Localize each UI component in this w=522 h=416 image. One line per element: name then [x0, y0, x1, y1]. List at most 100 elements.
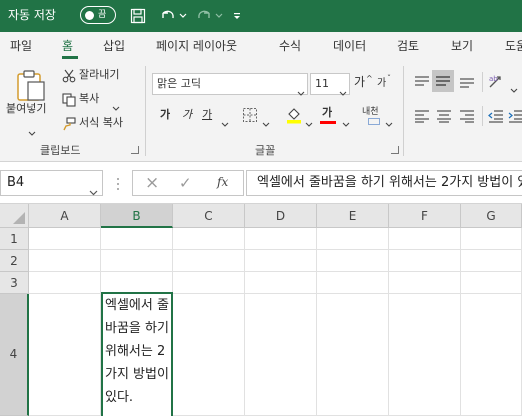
tab-insert[interactable]: 삽입	[103, 38, 125, 54]
cancel-icon[interactable]: ×	[145, 173, 159, 193]
cell-D2[interactable]	[245, 250, 317, 272]
paste-label[interactable]: 붙여넣기	[6, 102, 46, 116]
increase-indent-icon[interactable]	[508, 108, 522, 127]
undo-icon[interactable]	[158, 6, 178, 26]
italic-button[interactable]: 가	[182, 108, 192, 122]
font-size-dropdown[interactable]: 11	[310, 73, 350, 96]
save-icon[interactable]	[128, 6, 148, 26]
cell-F3[interactable]	[389, 272, 461, 294]
cell-C3[interactable]	[173, 272, 245, 294]
cell-F1[interactable]	[389, 228, 461, 250]
column-header[interactable]: D	[245, 204, 317, 228]
row-header[interactable]: 1	[0, 228, 29, 250]
bold-button[interactable]: 가	[160, 108, 170, 122]
font-name-dropdown[interactable]: 맑은 고딕	[152, 73, 308, 96]
paste-icon[interactable]	[14, 68, 48, 106]
tab-home[interactable]: 홈	[62, 38, 73, 54]
cut-label[interactable]: 잘라내기	[79, 68, 119, 82]
cell-E1[interactable]	[317, 228, 389, 250]
column-header[interactable]: F	[389, 204, 461, 228]
cell-D3[interactable]	[245, 272, 317, 294]
select-all-button[interactable]	[0, 204, 29, 228]
borders-icon[interactable]	[242, 107, 258, 127]
cell-B1[interactable]	[101, 228, 173, 250]
text-orientation-icon[interactable]: ab	[488, 73, 508, 93]
copy-dropdown-icon[interactable]	[112, 97, 120, 116]
fill-color-icon[interactable]	[285, 106, 303, 128]
phonetic-dropdown-icon[interactable]	[385, 113, 393, 132]
cell-G4[interactable]	[461, 294, 522, 416]
active-cell-B4[interactable]: 엑셀에서 줄바꿈을 하기 위해서는 2가지 방법이 있다.	[101, 292, 173, 416]
align-center-icon[interactable]	[436, 108, 452, 127]
paste-dropdown-icon[interactable]	[28, 122, 36, 141]
cell-A2[interactable]	[29, 250, 101, 272]
cell-G1[interactable]	[461, 228, 522, 250]
cell-D4[interactable]	[245, 294, 317, 416]
font-launcher-icon[interactable]	[391, 146, 399, 154]
decrease-font-button[interactable]: 가	[377, 77, 386, 91]
align-right-icon[interactable]	[459, 108, 475, 127]
tab-file[interactable]: 파일	[10, 38, 32, 54]
autosave-toggle[interactable]: 끔	[80, 6, 116, 24]
column-header[interactable]: A	[29, 204, 101, 228]
tab-view[interactable]: 보기	[451, 38, 473, 54]
name-box[interactable]: B4	[0, 170, 103, 196]
font-color-button[interactable]: 가	[322, 106, 332, 120]
increase-font-button[interactable]: 가	[354, 75, 365, 89]
tab-data[interactable]: 데이터	[333, 38, 366, 54]
formula-bar-grip-icon[interactable]	[116, 176, 120, 195]
cell-G2[interactable]	[461, 250, 522, 272]
undo-dropdown-icon[interactable]	[178, 6, 188, 26]
cell-E3[interactable]	[317, 272, 389, 294]
underline-button[interactable]: 가	[202, 108, 212, 122]
cell-F2[interactable]	[389, 250, 461, 272]
tab-page-layout[interactable]: 페이지 레이아웃	[156, 38, 237, 54]
text-orientation-dropdown-icon[interactable]	[510, 79, 518, 98]
tab-help[interactable]: 도움	[505, 38, 522, 54]
customize-qat-icon[interactable]	[230, 6, 244, 26]
cell-C1[interactable]	[173, 228, 245, 250]
name-box-chevron-icon[interactable]	[89, 181, 98, 200]
fill-color-dropdown-icon[interactable]	[305, 113, 313, 132]
clipboard-launcher-icon[interactable]	[131, 146, 139, 154]
cell-F4[interactable]	[389, 294, 461, 416]
phonetic-button[interactable]: 내천	[362, 105, 379, 119]
enter-icon[interactable]: ✓	[179, 173, 192, 193]
align-middle-icon[interactable]	[432, 70, 454, 92]
redo-icon[interactable]	[194, 6, 214, 26]
row-header[interactable]: 3	[0, 272, 29, 294]
underline-dropdown-icon[interactable]	[221, 113, 229, 132]
align-left-icon[interactable]	[414, 108, 430, 127]
column-header-selected[interactable]: B	[101, 204, 173, 228]
cell-C2[interactable]	[173, 250, 245, 272]
column-header[interactable]: G	[461, 204, 522, 228]
format-painter-label[interactable]: 서식 복사	[79, 116, 123, 130]
cell-E4[interactable]	[317, 294, 389, 416]
cell-B3[interactable]	[101, 272, 173, 294]
cell-B2[interactable]	[101, 250, 173, 272]
cell-G3[interactable]	[461, 272, 522, 294]
column-header[interactable]: E	[317, 204, 389, 228]
decrease-indent-icon[interactable]	[488, 108, 504, 127]
row-header-selected[interactable]: 4	[0, 294, 29, 416]
align-top-icon[interactable]	[414, 74, 430, 93]
formula-input[interactable]: 엑셀에서 줄바꿈을 하기 위해서는 2가지 방법이 있다.	[246, 170, 522, 196]
redo-dropdown-icon[interactable]	[214, 6, 224, 26]
cell-A4[interactable]	[29, 294, 101, 416]
align-bottom-icon[interactable]	[459, 74, 475, 93]
tab-formulas[interactable]: 수식	[279, 38, 301, 54]
cell-A1[interactable]	[29, 228, 101, 250]
cell-C4[interactable]	[173, 294, 245, 416]
copy-label[interactable]: 복사	[79, 92, 99, 106]
row-header[interactable]: 2	[0, 250, 29, 272]
cell-E2[interactable]	[317, 250, 389, 272]
format-painter-icon[interactable]	[62, 116, 76, 135]
font-color-dropdown-icon[interactable]	[342, 113, 350, 132]
borders-dropdown-icon[interactable]	[262, 113, 270, 132]
cell-D1[interactable]	[245, 228, 317, 250]
copy-icon[interactable]	[62, 92, 76, 111]
insert-function-icon[interactable]: fx	[217, 175, 228, 189]
column-header[interactable]: C	[173, 204, 245, 228]
tab-review[interactable]: 검토	[397, 38, 419, 54]
cell-A3[interactable]	[29, 272, 101, 294]
